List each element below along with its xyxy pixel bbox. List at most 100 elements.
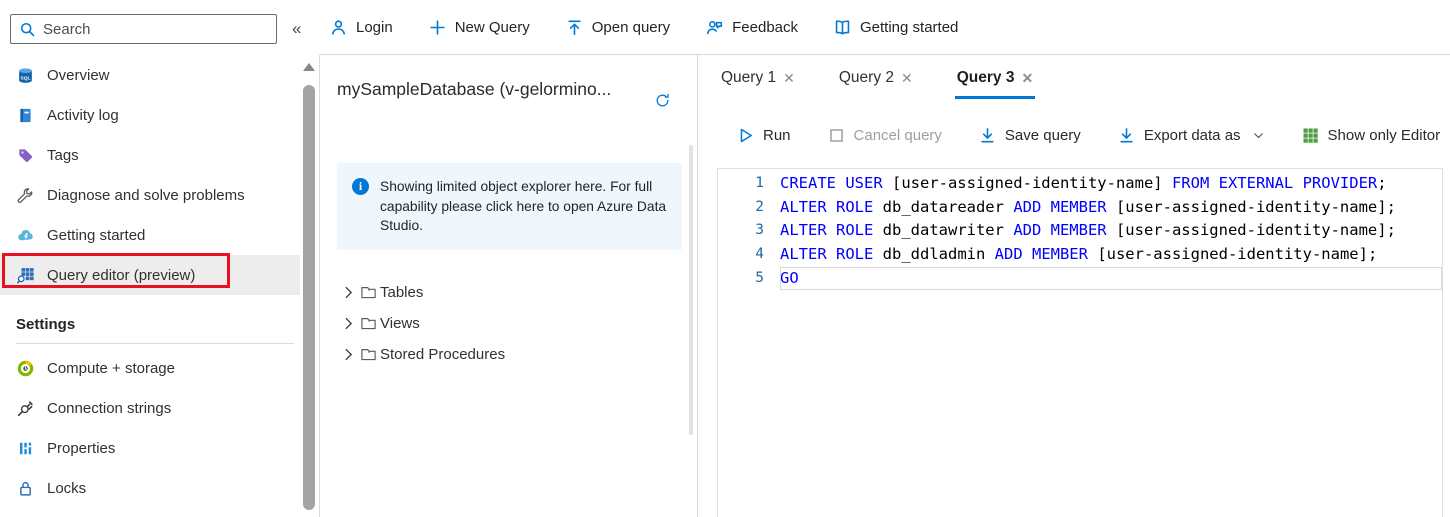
close-icon[interactable]: ✕ — [901, 70, 913, 87]
tag-icon — [17, 147, 34, 164]
line-number: 4 — [718, 243, 764, 267]
query-toolbar-label: Run — [763, 127, 791, 144]
sidebar-item-overview[interactable]: SQLOverview — [0, 55, 300, 95]
sidebar-item-diagnose-and-solve-problems[interactable]: Diagnose and solve problems — [0, 175, 300, 215]
info-icon: i — [352, 178, 369, 195]
tree-item-views[interactable]: Views — [340, 308, 505, 339]
topbar-action-getting-started[interactable]: Getting started — [834, 19, 958, 36]
sidebar-item-label: Getting started — [47, 227, 145, 244]
search-icon — [19, 21, 36, 38]
sidebar-item-label: Query editor (preview) — [47, 267, 195, 284]
query-toolbar-show-only-editor[interactable]: Show only Editor — [1302, 127, 1441, 144]
close-icon[interactable]: ✕ — [1021, 70, 1033, 87]
code-line: 1CREATE USER [user-assigned-identity-nam… — [718, 172, 1442, 196]
line-number: 1 — [718, 172, 764, 196]
sidebar-item-label: Properties — [47, 440, 115, 457]
sql-code-editor[interactable]: 1CREATE USER [user-assigned-identity-nam… — [717, 168, 1443, 517]
tree-item-label: Stored Procedures — [380, 346, 505, 363]
object-explorer-panel: mySampleDatabase (v-gelormino... i Showi… — [320, 55, 697, 517]
tab-query-1[interactable]: Query 1✕ — [719, 61, 797, 96]
query-panel: Query 1✕ Query 2✕ Query 3 ✕ Run Cancel query… — [698, 55, 1450, 517]
topbar-action-feedback[interactable]: Feedback — [706, 19, 798, 36]
sidebar-item-query-editor-preview[interactable]: Query editor (preview) — [0, 255, 300, 295]
sidebar-item-properties[interactable]: Properties — [0, 428, 300, 468]
query-toolbar-export-data-as[interactable]: Export data as — [1118, 127, 1265, 144]
top-toolbar: Login New Query Open query Feedback Getting … — [330, 0, 958, 54]
sidebar-item-label: Connection strings — [47, 400, 171, 417]
tab-query-3[interactable]: Query 3 ✕ — [955, 61, 1035, 99]
tree-item-label: Tables — [380, 284, 423, 301]
sidebar-item-locks[interactable]: Locks — [0, 468, 300, 508]
chevron-right-icon — [340, 346, 357, 363]
topbar-action-label: Feedback — [732, 19, 798, 36]
folder-icon — [360, 346, 377, 363]
line-number: 3 — [718, 219, 764, 243]
refresh-icon[interactable] — [650, 88, 674, 112]
topbar-action-label: Getting started — [860, 19, 958, 36]
topbar-action-login[interactable]: Login — [330, 19, 393, 36]
lock-icon — [17, 480, 34, 497]
feedback-icon — [706, 19, 723, 36]
tree-item-label: Views — [380, 315, 420, 332]
tree-item-tables[interactable]: Tables — [340, 277, 505, 308]
run-icon — [737, 127, 754, 144]
object-explorer-info-text: Showing limited object explorer here. Fo… — [380, 177, 670, 236]
folder-icon — [360, 315, 377, 332]
plug-icon — [17, 400, 34, 417]
object-explorer-info[interactable]: i Showing limited object explorer here. … — [337, 163, 682, 250]
sidebar-item-label: Activity log — [47, 107, 119, 124]
scrollbar-up-arrow[interactable] — [303, 63, 315, 71]
search-input-wrap[interactable] — [10, 14, 277, 44]
close-icon[interactable]: ✕ — [783, 70, 795, 87]
tab-query-2[interactable]: Query 2✕ — [837, 61, 915, 96]
topbar-action-label: Login — [356, 19, 393, 36]
sidebar-item-connection-strings[interactable]: Connection strings — [0, 388, 300, 428]
folder-icon — [360, 284, 377, 301]
sidebar-item-label: Diagnose and solve problems — [47, 187, 245, 204]
query-toolbar-label: Save query — [1005, 127, 1081, 144]
sidebar-item-activity-log[interactable]: Activity log — [0, 95, 300, 135]
svg-text:SQL: SQL — [20, 75, 30, 81]
cloud-icon — [17, 227, 34, 244]
topbar-action-new-query[interactable]: New Query — [429, 19, 530, 36]
object-explorer-scrollbar-thumb[interactable] — [689, 145, 693, 435]
tab-label: Query 3 — [957, 69, 1015, 87]
code-line: 5 GO — [718, 267, 1442, 291]
sidebar-scrollbar-thumb[interactable] — [303, 85, 315, 510]
person-icon — [330, 19, 347, 36]
sidebar-item-tags[interactable]: Tags — [0, 135, 300, 175]
line-number: 2 — [718, 196, 764, 220]
object-tree: Tables Views Stored Procedures — [340, 277, 505, 370]
query-toolbar-save-query[interactable]: Save query — [979, 127, 1081, 144]
code-line: 4 ALTER ROLE db_ddladmin ADD MEMBER [user… — [718, 243, 1442, 267]
sidebar-item-compute-storage[interactable]: Compute + storage — [0, 348, 300, 388]
sidebar-item-getting-started[interactable]: Getting started — [0, 215, 300, 255]
tree-item-stored-procedures[interactable]: Stored Procedures — [340, 339, 505, 370]
code-text: ALTER ROLE db_ddladmin ADD MEMBER [user-… — [780, 243, 1442, 267]
query-tabs: Query 1✕ Query 2✕ Query 3 ✕ — [719, 61, 1075, 99]
query-toolbar-label: Show only Editor — [1328, 127, 1441, 144]
query-toolbar-label: Cancel query — [854, 127, 942, 144]
topbar-action-open-query[interactable]: Open query — [566, 19, 670, 36]
topbar-action-label: Open query — [592, 19, 670, 36]
wrench-icon — [17, 187, 34, 204]
sidebar: SQLOverview Activity log Tags Diagnose and … — [0, 55, 318, 517]
query-toolbar-run[interactable]: Run — [737, 127, 791, 144]
stop-icon — [828, 127, 845, 144]
query-toolbar-cancel-query[interactable]: Cancel query — [828, 127, 942, 144]
gauge-icon — [17, 360, 34, 377]
database-title: mySampleDatabase (v-gelormino... — [337, 79, 647, 100]
download-icon — [1118, 127, 1135, 144]
chevron-down-icon — [1252, 129, 1265, 142]
line-number: 5 — [718, 267, 764, 291]
code-line: 2ALTER ROLE db_datareader ADD MEMBER [us… — [718, 196, 1442, 220]
code-text: ALTER ROLE db_datawriter ADD MEMBER [use… — [780, 219, 1442, 243]
topbar-action-label: New Query — [455, 19, 530, 36]
activity-log-icon — [17, 107, 34, 124]
collapse-sidebar-button[interactable]: « — [292, 19, 301, 39]
chevron-right-icon — [340, 284, 357, 301]
sidebar-item-label: Locks — [47, 480, 86, 497]
search-input[interactable] — [43, 21, 253, 38]
code-text: GO — [780, 267, 1442, 291]
grid-icon — [1302, 127, 1319, 144]
